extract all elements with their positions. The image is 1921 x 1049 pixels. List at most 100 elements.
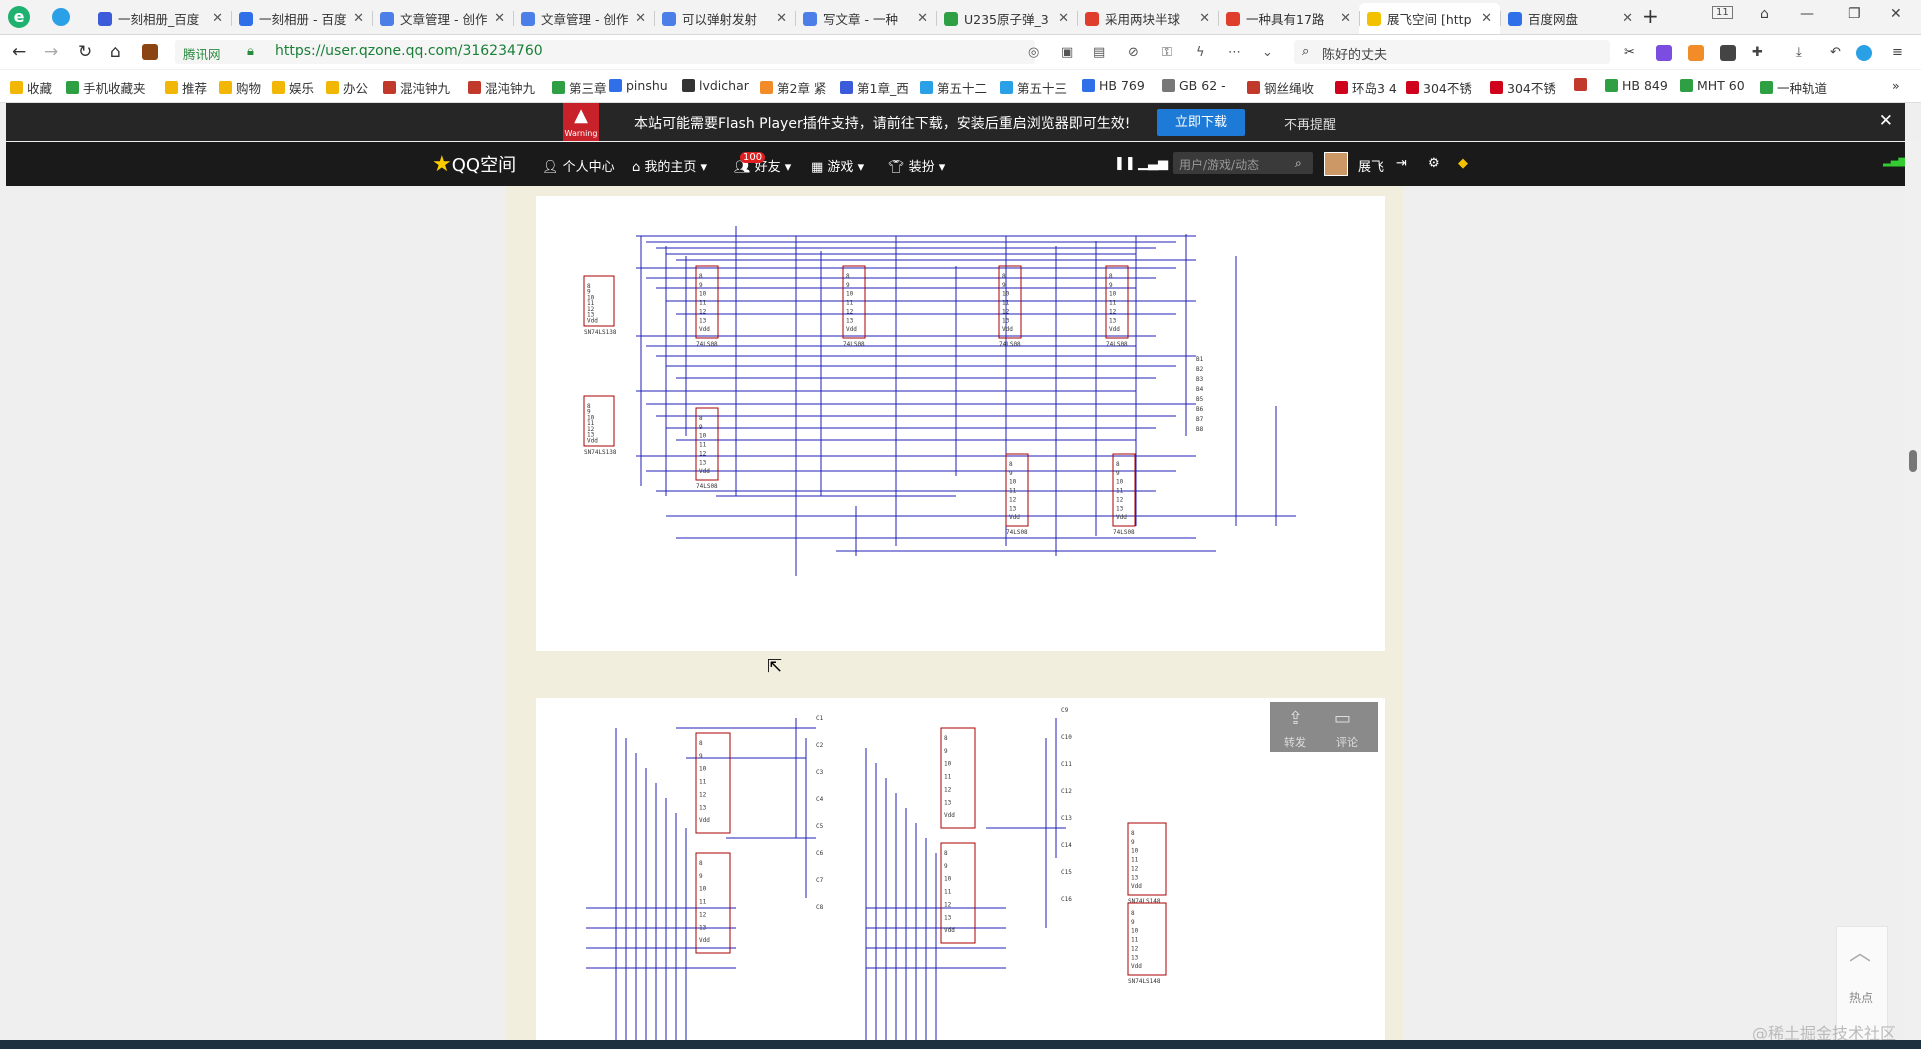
- tab-4[interactable]: 可以弹射发射 ✕: [654, 3, 795, 34]
- tab-close-icon[interactable]: ✕: [1058, 11, 1069, 26]
- bookmark-item[interactable]: 钢丝绳收: [1247, 78, 1314, 97]
- menu-icon[interactable]: ≡: [1892, 45, 1908, 61]
- block-icon[interactable]: ⊘: [1128, 45, 1142, 60]
- game-icon[interactable]: [1688, 45, 1704, 61]
- nav-personal-center[interactable]: 👤︎ 个人中心: [542, 156, 615, 175]
- tab-8[interactable]: 一种具有17路 ✕: [1218, 3, 1359, 34]
- bookmark-item[interactable]: pinshu: [609, 78, 668, 93]
- nav-my-homepage[interactable]: ⌂ 我的主页 ▾: [632, 156, 707, 175]
- bolt-icon[interactable]: ϟ: [1196, 45, 1210, 60]
- signal-icon[interactable]: ▁▃▅: [1138, 156, 1168, 171]
- more-icon[interactable]: ⋯: [1228, 45, 1242, 60]
- new-tab-button[interactable]: +: [1642, 4, 1659, 28]
- scrollbar[interactable]: [1905, 142, 1921, 1046]
- download-now-button[interactable]: 立即下载: [1157, 109, 1245, 136]
- forward-button[interactable]: →: [44, 42, 58, 62]
- tab-close-icon[interactable]: ✕: [917, 11, 928, 26]
- search-box[interactable]: ⌕ 陈好的丈夫: [1294, 40, 1610, 64]
- target-icon[interactable]: ◎: [1028, 45, 1042, 60]
- tab-close-icon[interactable]: ✕: [353, 11, 364, 26]
- comment-button[interactable]: 评论: [1336, 734, 1358, 750]
- share-icon[interactable]: ⇪: [1288, 708, 1303, 729]
- bookmark-item[interactable]: 购物: [219, 78, 261, 97]
- bookmark-item[interactable]: [1574, 78, 1591, 91]
- gallery-icon[interactable]: ▤: [1093, 45, 1107, 60]
- bookmark-item[interactable]: HB 769: [1082, 78, 1145, 93]
- undo-icon[interactable]: ↶: [1830, 45, 1846, 61]
- url-bar[interactable]: 腾讯网 🔒︎ https://user.qzone.qq.com/3162347…: [175, 40, 1035, 64]
- home-button[interactable]: ⌂: [110, 42, 121, 62]
- scrollbar-thumb[interactable]: [1909, 450, 1917, 472]
- translate-icon[interactable]: [1656, 45, 1672, 61]
- edge-icon[interactable]: [1856, 45, 1872, 61]
- tab-2[interactable]: 文章管理 - 创作 ✕: [372, 3, 513, 34]
- hot-link[interactable]: 热点: [1849, 989, 1873, 1006]
- bookmark-item[interactable]: 第三章: [552, 78, 607, 97]
- bookmark-item[interactable]: 混沌钟九: [468, 78, 535, 97]
- tab-1[interactable]: 一刻相册 - 百度 ✕: [231, 3, 372, 34]
- bookmark-item[interactable]: 环岛3 4: [1335, 78, 1397, 97]
- tab-close-icon[interactable]: ✕: [494, 11, 505, 26]
- bookmark-item[interactable]: 娱乐: [272, 78, 314, 97]
- bookmark-item[interactable]: HB 849: [1605, 78, 1668, 93]
- share-button[interactable]: 转发: [1284, 734, 1306, 750]
- url-text[interactable]: https://user.qzone.qq.com/316234760: [275, 43, 543, 59]
- logout-icon[interactable]: ⇥: [1396, 156, 1407, 171]
- bookmarks-overflow-button[interactable]: »: [1892, 78, 1900, 93]
- tab-6[interactable]: U235原子弹_3 ✕: [936, 3, 1077, 34]
- dismiss-link[interactable]: 不再提醒: [1284, 114, 1336, 133]
- tab-close-icon[interactable]: ✕: [1481, 11, 1492, 26]
- nav-dress-up[interactable]: 👕︎ 装扮 ▾: [888, 156, 945, 175]
- reload-button[interactable]: ↻: [78, 42, 92, 62]
- avatar[interactable]: [1324, 152, 1348, 176]
- browser-logo-icon[interactable]: e: [8, 6, 30, 28]
- close-icon[interactable]: ✕: [1879, 111, 1893, 131]
- search-icon[interactable]: ⌕: [1295, 156, 1302, 171]
- tab-close-icon[interactable]: ✕: [1622, 11, 1633, 26]
- bookmark-item[interactable]: GB 62 -: [1162, 78, 1226, 93]
- bookmark-item[interactable]: 办公: [326, 78, 368, 97]
- tab-5[interactable]: 写文章 - 一种 ✕: [795, 3, 936, 34]
- tab-close-icon[interactable]: ✕: [635, 11, 646, 26]
- search-text[interactable]: 陈好的丈夫: [1322, 44, 1387, 63]
- shirt-icon[interactable]: ⌂: [1760, 6, 1769, 22]
- bookmark-item[interactable]: 304不锈: [1406, 78, 1472, 97]
- nav-games[interactable]: ▦ 游戏 ▾: [811, 156, 864, 175]
- minimize-button[interactable]: —: [1800, 6, 1814, 22]
- back-button[interactable]: ←: [12, 42, 26, 62]
- tab-count-button[interactable]: 11: [1712, 6, 1733, 19]
- pause-icon[interactable]: ❚❚: [1114, 156, 1136, 171]
- chevron-down-icon[interactable]: ⌄: [1262, 45, 1276, 60]
- schematic-image-top[interactable]: 8 9 10 11 12 13 Vdd SN74LS138 8 9 10 11 12 13 Vdd SN74L…: [536, 196, 1385, 651]
- gear-icon[interactable]: ⚙: [1428, 156, 1440, 171]
- bookmark-item[interactable]: 手机收藏夹: [66, 78, 146, 97]
- scissors-icon[interactable]: ✂: [1624, 45, 1640, 61]
- bookmark-item[interactable]: lvdichar: [682, 78, 749, 93]
- tab-close-icon[interactable]: ✕: [212, 11, 223, 26]
- tab-close-icon[interactable]: ✕: [1199, 11, 1210, 26]
- screen-icon[interactable]: [1720, 45, 1736, 61]
- bookmark-item[interactable]: 一种轨道: [1760, 78, 1827, 97]
- bookmark-item[interactable]: 第五十三: [1000, 78, 1067, 97]
- tab-0[interactable]: 一刻相册_百度 ✕: [90, 3, 231, 34]
- tab-10[interactable]: 百度网盘 ✕: [1500, 3, 1641, 34]
- telegram-icon[interactable]: [52, 8, 70, 26]
- bookmark-item[interactable]: 第2章 紧: [760, 78, 826, 97]
- bookmark-item[interactable]: 304不锈: [1490, 78, 1556, 97]
- qzone-search-input[interactable]: 用户/游戏/动态 ⌕: [1173, 152, 1313, 174]
- bookmark-item[interactable]: 第1章_西: [840, 78, 909, 97]
- bookmark-item[interactable]: 第五十二: [920, 78, 987, 97]
- key-icon[interactable]: ⚿: [1162, 45, 1176, 60]
- tab-close-icon[interactable]: ✕: [1340, 11, 1351, 26]
- comment-icon[interactable]: ▭: [1334, 708, 1351, 729]
- back-to-top-icon[interactable]: ︿: [1849, 935, 1871, 967]
- download-icon[interactable]: ⤓: [1796, 45, 1812, 61]
- bookmark-item[interactable]: 混沌钟九: [383, 78, 450, 97]
- tab-3[interactable]: 文章管理 - 创作 ✕: [513, 3, 654, 34]
- close-window-button[interactable]: ✕: [1890, 6, 1902, 22]
- restore-button[interactable]: ❐: [1848, 6, 1861, 22]
- briefcase-icon[interactable]: [142, 44, 158, 60]
- image-icon[interactable]: ▣: [1061, 45, 1075, 60]
- bookmark-item[interactable]: MHT 60: [1680, 78, 1745, 93]
- username[interactable]: 展飞: [1358, 156, 1384, 175]
